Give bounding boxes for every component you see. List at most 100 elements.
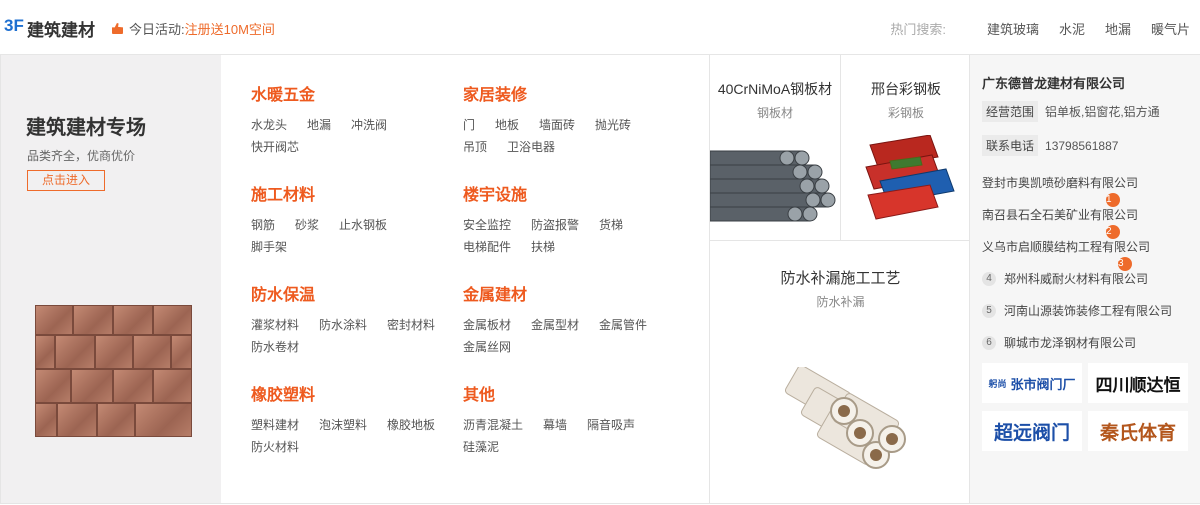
category-item[interactable]: 密封材料 [387,317,435,333]
category-item[interactable]: 金属丝网 [463,339,511,355]
ranking-item[interactable]: 2 南召县石全石美矿业有限公司 [982,206,1139,239]
brand-logo[interactable]: 秦氏体育 [1088,411,1188,451]
color-steel-tiles-image [865,135,955,220]
category-title[interactable]: 水暖五金 [251,81,461,105]
category-item[interactable]: 脚手架 [251,239,287,255]
category-item[interactable]: 快开阀芯 [251,139,441,155]
product-name: 防水补漏施工工艺 [780,270,901,287]
category-item[interactable]: 抛光砖 [595,117,631,133]
brand-name: 超远阀门 [993,422,1070,444]
category-item[interactable]: 防盗报警 [531,217,579,233]
category-item[interactable]: 塑料建材 [251,417,299,433]
category-title[interactable]: 防水保温 [251,281,461,305]
enter-button[interactable]: 点击进入 [27,170,105,191]
category-item[interactable]: 沥青混凝土 [463,417,523,433]
rank-company: 登封市奥凯喷砂磨料有限公司 [982,176,1139,190]
brand-logo[interactable]: 超远阀门 [982,411,1082,451]
category-block: 金属建材 金属板材 金属型材 金属管件 金属丝网 [463,281,673,355]
floor-number: 3F [4,16,24,35]
rank-number: 4 [982,271,996,286]
category-item[interactable]: 防水涂料 [319,317,367,333]
product-name: 邢台彩钢板 [871,81,941,97]
category-item[interactable]: 货梯 [599,217,623,233]
category-item[interactable]: 水龙头 [251,117,287,133]
contact-phone: 联系电话 13798561887 [982,135,1118,156]
rank-number: 2 [1106,225,1121,239]
waterproof-rolls-image [784,367,906,469]
category-item[interactable]: 墙面砖 [539,117,575,133]
promo-subtitle: 品类齐全，优商优价 [27,149,136,163]
ranking-item[interactable]: 5 河南山源装饰装修工程有限公司 [982,302,1172,319]
company-name[interactable]: 广东德普龙建材有限公司 [982,73,1125,92]
category-item[interactable]: 止水钢板 [339,217,387,233]
product-name: 40CrNiMoA钢板材 [717,81,833,97]
rank-company: 河南山源装饰装修工程有限公司 [1004,304,1173,318]
tile-image [35,305,192,437]
brand-name: 张市阀门厂 [1010,376,1076,392]
category-item[interactable]: 地板 [495,117,519,133]
brand-logo[interactable]: 四川顺达恒 [1088,363,1188,403]
category-item[interactable]: 电梯配件 [463,239,511,255]
phone-label: 联系电话 [982,135,1039,156]
category-block: 施工材料 钢筋 砂浆 止水钢板 脚手架 [251,181,461,255]
brand-logo[interactable]: 躬尚 张市阀门厂 [982,363,1082,403]
ranking-item[interactable]: 1 登封市奥凯喷砂磨料有限公司 [982,174,1139,207]
category-title[interactable]: 金属建材 [463,281,673,305]
category-block: 楼宇设施 安全监控 防盗报警 货梯 电梯配件 扶梯 [463,181,673,255]
category-item[interactable]: 扶梯 [531,239,555,255]
category-item[interactable]: 金属型材 [531,317,579,333]
brand-name: 四川顺达恒 [1095,375,1181,395]
category-grid: 水暖五金 水龙头 地漏 冲洗阀 快开阀芯 家居装修 门 地板 墙面砖 抛光砖 吊… [221,55,709,503]
rank-company: 郑州科威耐火材料有限公司 [1004,272,1149,286]
phone-value: 13798561887 [1045,138,1119,153]
rank-number: 1 [1106,193,1121,207]
category-item[interactable]: 砂浆 [295,217,319,233]
hot-keyword[interactable]: 水泥 [1059,19,1085,38]
category-item[interactable]: 金属管件 [599,317,647,333]
category-item[interactable]: 安全监控 [463,217,511,233]
promo-panel[interactable]: 建筑建材专场 品类齐全，优商优价 点击进入 [0,55,221,503]
activity-link[interactable]: 注册送10M空间 [185,19,275,38]
category-item[interactable]: 幕墙 [543,417,567,433]
category-title[interactable]: 其他 [463,381,673,405]
category-item[interactable]: 钢筋 [251,217,275,233]
category-item[interactable]: 冲洗阀 [351,117,387,133]
category-item[interactable]: 泡沫塑料 [319,417,367,433]
category-item[interactable]: 隔音吸声 [587,417,635,433]
category-item[interactable]: 地漏 [307,117,331,133]
product-card[interactable]: 防水补漏施工工艺 防水补漏 [710,267,971,310]
category-title[interactable]: 家居装修 [463,81,673,105]
category-block: 防水保温 灌浆材料 防水涂料 密封材料 防水卷材 [251,281,461,355]
hot-keyword[interactable]: 建筑玻璃 [987,19,1039,38]
rank-company: 南召县石全石美矿业有限公司 [982,208,1139,222]
hot-keyword[interactable]: 暖气片 [1151,19,1190,38]
product-card[interactable]: 40CrNiMoA钢板材 钢板材 [710,79,840,121]
company-panel: 广东德普龙建材有限公司 经营范围 铝单板,铝窗花,铝方通 联系电话 137985… [970,55,1200,503]
ranking-item[interactable]: 3 义乌市启顺膜结构工程有限公司 [982,238,1150,271]
category-item[interactable]: 金属板材 [463,317,511,333]
category-block: 其他 沥青混凝土 幕墙 隔音吸声 硅藻泥 [463,381,673,455]
category-title[interactable]: 橡胶塑料 [251,381,461,405]
category-item[interactable]: 防水卷材 [251,339,299,355]
hot-keyword[interactable]: 地漏 [1105,19,1131,38]
category-item[interactable]: 硅藻泥 [463,439,499,455]
ranking-item[interactable]: 6 聊城市龙泽钢材有限公司 [982,334,1136,351]
category-title[interactable]: 施工材料 [251,181,461,205]
category-item[interactable]: 卫浴电器 [507,139,555,155]
category-item[interactable]: 门 [463,117,475,133]
product-card[interactable]: 邢台彩钢板 彩钢板 [841,79,971,121]
ranking-item[interactable]: 4 郑州科威耐火材料有限公司 [982,270,1148,287]
category-item[interactable]: 橡胶地板 [387,417,435,433]
rank-number: 3 [1118,257,1133,271]
category-title[interactable]: 楼宇设施 [463,181,673,205]
activity: 今日活动: 注册送10M空间 [112,19,275,38]
rank-number: 5 [982,303,996,318]
hot-search-label: 热门搜索: [890,22,946,37]
thumbs-up-icon [112,23,123,34]
brand-prefix: 躬尚 [988,378,1007,389]
category-item[interactable]: 灌浆材料 [251,317,299,333]
product-category: 彩钢板 [887,106,924,120]
category-item[interactable]: 防火材料 [251,439,299,455]
category-item[interactable]: 吊顶 [463,139,487,155]
scope-value: 铝单板,铝窗花,铝方通 [1045,105,1160,119]
